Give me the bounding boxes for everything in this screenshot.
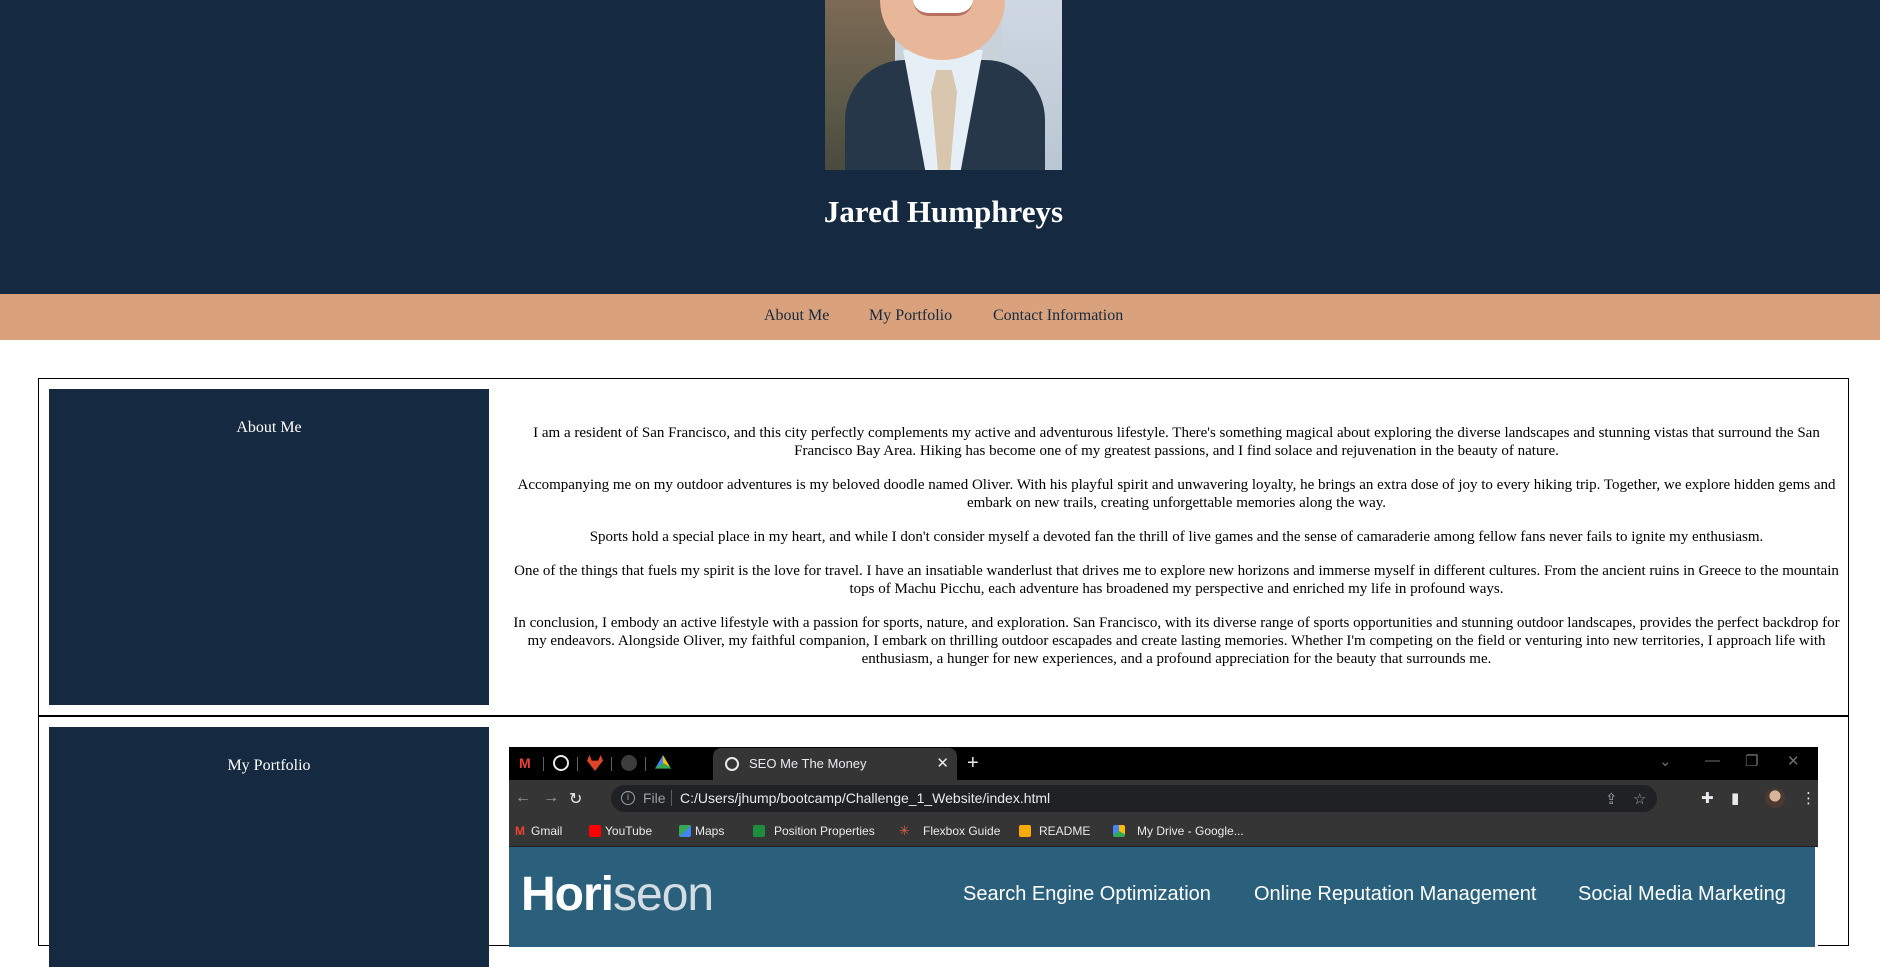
site-nav-seo: Search Engine Optimization bbox=[963, 883, 1211, 905]
reload-icon[interactable]: ↻ bbox=[569, 789, 582, 809]
about-paragraph: In conclusion, I embody an active lifest… bbox=[513, 615, 1840, 667]
about-paragraph: I am a resident of San Francisco, and th… bbox=[533, 425, 1820, 459]
sidepanel-icon[interactable]: ▮ bbox=[1731, 789, 1739, 807]
chevron-down-icon[interactable]: ⌄ bbox=[1659, 752, 1672, 770]
site-nav-smm: Social Media Marketing bbox=[1578, 883, 1786, 905]
bookmark-flexbox-guide[interactable]: Flexbox Guide bbox=[923, 824, 1000, 838]
bookmark-maps[interactable]: Maps bbox=[695, 824, 724, 838]
page-title: Jared Humphreys bbox=[823, 194, 1064, 229]
youtube-icon bbox=[589, 825, 601, 837]
gmail-icon: M bbox=[519, 755, 531, 771]
drive-icon bbox=[1113, 825, 1125, 837]
readme-icon bbox=[1019, 825, 1031, 837]
page-header: Jared Humphreys bbox=[0, 0, 1880, 294]
nav-link-about-me[interactable]: About Me bbox=[764, 307, 829, 325]
tab-title: SEO Me The Money bbox=[749, 756, 867, 771]
bookmark-position-properties[interactable]: Position Properties bbox=[774, 824, 875, 838]
about-text: I am a resident of San Francisco, and th… bbox=[508, 424, 1845, 684]
maps-icon bbox=[679, 825, 691, 837]
main-nav: About Me My Portfolio Contact Informatio… bbox=[0, 294, 1880, 340]
browser-toolbar: ← → ↻ i File C:/Users/jhump/bootcamp/Cha… bbox=[509, 780, 1818, 817]
back-icon[interactable]: ← bbox=[515, 789, 531, 807]
position-properties-icon bbox=[753, 825, 765, 837]
bookmark-gmail[interactable]: Gmail bbox=[531, 824, 562, 838]
bookmark-my-drive[interactable]: My Drive - Google... bbox=[1137, 824, 1244, 838]
bookmark-youtube[interactable]: YouTube bbox=[605, 824, 652, 838]
plus-icon[interactable]: + bbox=[967, 752, 979, 775]
portfolio-screenshot[interactable]: M SEO Me The Money ✕ + ⌄ — ❐ ✕ ← → ↻ i F… bbox=[509, 747, 1818, 947]
portfolio-heading: My Portfolio bbox=[227, 757, 311, 774]
url-text: C:/Users/jhump/bootcamp/Challenge_1_Webs… bbox=[680, 790, 1051, 806]
profile-photo bbox=[825, 0, 1062, 170]
browser-tab-bar: M SEO Me The Money ✕ + ⌄ — ❐ ✕ bbox=[509, 747, 1818, 780]
about-heading: About Me bbox=[236, 419, 302, 436]
info-icon: i bbox=[621, 791, 635, 805]
forward-icon[interactable]: → bbox=[543, 789, 559, 807]
active-tab[interactable]: SEO Me The Money ✕ bbox=[713, 748, 957, 780]
avatar[interactable] bbox=[1765, 788, 1785, 808]
about-paragraph: Sports hold a special place in my heart,… bbox=[589, 529, 1764, 545]
site-nav-orm: Online Reputation Management bbox=[1254, 883, 1537, 905]
nav-link-contact-information[interactable]: Contact Information bbox=[993, 307, 1123, 325]
address-bar[interactable]: i File C:/Users/jhump/bootcamp/Challenge… bbox=[611, 785, 1657, 812]
gitlab-icon bbox=[587, 755, 603, 771]
drive-icon bbox=[655, 755, 671, 769]
minimize-icon[interactable]: — bbox=[1705, 752, 1720, 769]
close-window-icon[interactable]: ✕ bbox=[1787, 752, 1800, 770]
github-icon bbox=[621, 755, 637, 771]
close-icon[interactable]: ✕ bbox=[936, 754, 949, 772]
restore-icon[interactable]: ❐ bbox=[1745, 752, 1758, 770]
menu-icon[interactable]: ⋮ bbox=[1801, 789, 1816, 807]
star-icon[interactable]: ☆ bbox=[1633, 790, 1646, 808]
share-icon[interactable]: ⇪ bbox=[1605, 790, 1618, 808]
portfolio-section: My Portfolio M SEO Me The Money ✕ + ⌄ — … bbox=[38, 716, 1849, 967]
about-sidebar: About Me bbox=[49, 389, 489, 705]
file-label: File bbox=[643, 790, 666, 806]
nav-link-my-portfolio[interactable]: My Portfolio bbox=[869, 307, 952, 325]
asterisk-icon: ✳ bbox=[899, 823, 910, 838]
about-paragraph: Accompanying me on my outdoor adventures… bbox=[517, 477, 1836, 511]
portfolio-sidebar: My Portfolio bbox=[49, 727, 489, 967]
site-preview: Horiseon Search Engine Optimization Onli… bbox=[509, 847, 1818, 947]
globe-icon bbox=[725, 757, 739, 771]
about-section: About Me I am a resident of San Francisc… bbox=[38, 378, 1849, 717]
globe-icon bbox=[553, 755, 569, 771]
site-logo: Horiseon bbox=[521, 868, 714, 921]
bookmark-readme[interactable]: README bbox=[1039, 824, 1090, 838]
gmail-icon: M bbox=[515, 824, 525, 838]
puzzle-icon[interactable]: ✚ bbox=[1701, 789, 1714, 807]
bookmarks-bar: M Gmail YouTube Maps Position Properties… bbox=[509, 817, 1818, 847]
about-paragraph: One of the things that fuels my spirit i… bbox=[514, 563, 1839, 597]
